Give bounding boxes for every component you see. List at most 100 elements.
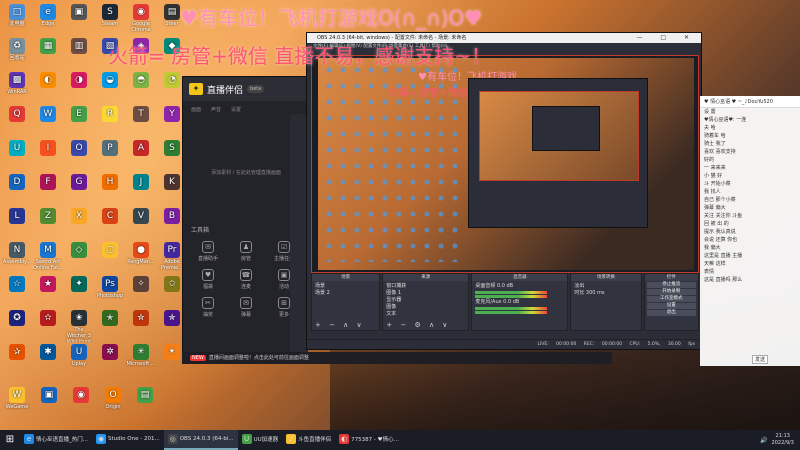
desktop-icon[interactable]: ◉ Google Chrome (126, 2, 156, 36)
desktop-icon[interactable]: P (95, 138, 125, 172)
desktop-icon[interactable]: e Edge (33, 2, 63, 36)
desktop-icon[interactable]: Q (2, 104, 32, 138)
desktop-icon[interactable]: ✳ Microsoft ... (126, 342, 156, 376)
desktop-icon[interactable]: C (95, 206, 125, 240)
desktop-icon[interactable]: E (64, 104, 94, 138)
desktop-icon[interactable]: Z (33, 206, 63, 240)
sources-footer-buttons[interactable]: + − ⚙ ∧ ∨ (386, 321, 450, 329)
desktop-icon[interactable]: O (64, 138, 94, 172)
desktop-icon[interactable]: ✬ The Witcher 3 Wild Hunt (64, 308, 94, 342)
duration-input[interactable]: 300 ms (586, 290, 605, 296)
obs-window[interactable]: OBS 24.0.3 (64-bit, windows) - 配置文件: 未命名… (306, 32, 702, 350)
desktop-icon[interactable]: O Origin (98, 385, 128, 410)
control-button[interactable]: 工作室模式 (646, 296, 696, 302)
source-item[interactable]: 窗口捕获 (386, 283, 465, 290)
desktop-icon[interactable]: ★ (33, 274, 63, 308)
clock[interactable]: 21:13 2022/9/3 (772, 433, 794, 447)
desktop-icon[interactable]: J (126, 172, 156, 206)
scene-item[interactable]: 场景 2 (315, 290, 376, 297)
companion-tab[interactable]: 画面 (191, 106, 201, 113)
desktop-icon[interactable]: U Uplay (64, 342, 94, 376)
toolbox-item[interactable]: ♟ 房管 (227, 239, 265, 267)
taskbar-item[interactable]: U UU加速器 (238, 430, 283, 450)
transitions-dock[interactable]: 场景转换 淡出 时长 300 ms (570, 273, 642, 331)
taskbar-item[interactable]: e 情心巫语直播_热门... (20, 430, 92, 450)
desktop-icon[interactable]: X (64, 206, 94, 240)
desktop-icon[interactable]: ◇ (64, 240, 94, 274)
desktop-icon[interactable]: M Sword Art Online Fat... (33, 240, 63, 274)
sources-dock[interactable]: 来源 窗口捕获 图像 1 显示器 图像 文本 + − ⚙ ∧ ∨ (382, 273, 470, 331)
desktop-icon[interactable]: ▦ (33, 36, 63, 70)
desktop-icon[interactable]: W WeGame (2, 385, 32, 410)
desktop-icon[interactable]: A (126, 138, 156, 172)
desktop-icon[interactable]: L (2, 206, 32, 240)
taskbar-item[interactable]: ♪ 斗鱼直播伴侣 (282, 430, 335, 450)
desktop-icon[interactable]: ▩ WinRAR (2, 70, 32, 104)
desktop-icon[interactable]: ✱ (33, 342, 63, 376)
desktop-icon[interactable]: I (33, 138, 63, 172)
companion-notice-bar[interactable]: NEW 直播间画面调整啦！点击此处可前往画面调整 (182, 352, 612, 364)
desktop-icon[interactable]: F (33, 172, 63, 206)
desktop-icon[interactable]: ✪ (2, 308, 32, 342)
transition-select[interactable]: 淡出 (574, 283, 637, 290)
speaker-icon[interactable]: 🔊 (760, 437, 767, 444)
window-controls[interactable]: — □ ✕ (636, 33, 697, 43)
obs-preview[interactable]: ♥有车位！飞机打游戏 火箭= 房管+微信 直播不易，感谢支持~ (311, 55, 699, 273)
taskbar-item[interactable]: ◐ 775387 - ♥情心... (335, 430, 403, 450)
desktop-icon[interactable]: ✦ (64, 274, 94, 308)
desktop-icon[interactable]: W (33, 104, 63, 138)
taskbar-item[interactable]: ◉ Studio One - 201... (92, 430, 164, 450)
desktop-icon[interactable]: D (2, 172, 32, 206)
desktop-icon[interactable]: ◓ (126, 70, 156, 104)
controls-dock[interactable]: 控件 停止推流 开始录制 工作室模式 设置 退出 (643, 273, 699, 331)
desktop-icon[interactable]: ✰ (2, 342, 32, 376)
toolbox-item[interactable]: ✂ 抽奖 (189, 295, 227, 323)
desktop-icon[interactable]: ✭ (95, 308, 125, 342)
chat-panel[interactable]: ♥ 情心巫语 ♥ ~_♪DouYu520 设 置 ♥情心巫语♥: 一连夫 哈骑着车… (700, 96, 800, 366)
desktop-icon[interactable]: ✧ (126, 274, 156, 308)
desktop-icon[interactable]: Ps Photoshop (95, 274, 125, 308)
desktop-icon[interactable]: ☆ (2, 274, 32, 308)
desktop-icon[interactable]: T (126, 104, 156, 138)
taskbar-item[interactable]: ◎ OBS 24.0.3 (64-bi... (163, 430, 238, 450)
scenes-dock[interactable]: 场景 场景 场景 2 + − ∧ ∨ (311, 273, 381, 331)
toolbox-item[interactable]: ♥ 福袋 (189, 267, 227, 295)
desktop-icon[interactable]: ● PangMan... (126, 240, 156, 274)
toolbox-item[interactable]: ✉ 直播助手 (189, 239, 227, 267)
source-item[interactable]: 图像 1 (386, 290, 465, 297)
desktop-icon[interactable]: ◑ (64, 70, 94, 104)
desktop-icon[interactable]: ◉ (66, 385, 96, 410)
source-item[interactable]: 图像 (386, 304, 465, 311)
desktop-icon[interactable]: ✲ (95, 342, 125, 376)
control-button[interactable]: 设置 (646, 303, 696, 309)
desktop-icon[interactable]: ◒ (95, 70, 125, 104)
desktop-icon[interactable]: ▤ (130, 385, 160, 410)
audio-mixer-dock[interactable]: 混音器 桌面音频 0.0 dB 麦克风/Aux 0.0 dB (471, 273, 569, 331)
start-button[interactable]: ⊞ (0, 430, 20, 450)
desktop-icon[interactable]: U (2, 138, 32, 172)
toolbox-item[interactable]: ✉ 弹幕 (227, 295, 265, 323)
desktop-icon[interactable]: ○ (95, 240, 125, 274)
source-item[interactable]: 显示器 (386, 297, 465, 304)
source-item[interactable]: 文本 (386, 311, 465, 318)
desktop-icon[interactable]: S Steam (95, 2, 125, 36)
control-button[interactable]: 退出 (646, 310, 696, 316)
control-button[interactable]: 开始录制 (646, 289, 696, 295)
desktop-icon[interactable]: ▣ (34, 385, 64, 410)
desktop-icon[interactable]: R (95, 104, 125, 138)
toolbox-item[interactable]: ☎ 连麦 (227, 267, 265, 295)
desktop-icon[interactable]: N Assembly... (2, 240, 32, 274)
desktop-icon[interactable]: ✮ (126, 308, 156, 342)
desktop-icon[interactable]: V (126, 206, 156, 240)
desktop-icon[interactable]: ▣ (64, 2, 94, 36)
companion-tab[interactable]: 声音 (211, 106, 221, 113)
chat-send-button[interactable]: 发送 (752, 355, 769, 364)
desktop-icon[interactable]: ♻ 回收站 (2, 36, 32, 70)
desktop-icon[interactable]: □ 此电脑 (2, 2, 32, 36)
desktop-icon[interactable]: H (95, 172, 125, 206)
desktop-icon[interactable]: G (64, 172, 94, 206)
desktop-icon[interactable]: ▥ (64, 36, 94, 70)
control-button[interactable]: 停止推流 (646, 282, 696, 288)
scenes-footer-buttons[interactable]: + − ∧ ∨ (315, 321, 365, 329)
companion-tab[interactable]: 设置 (231, 106, 241, 113)
